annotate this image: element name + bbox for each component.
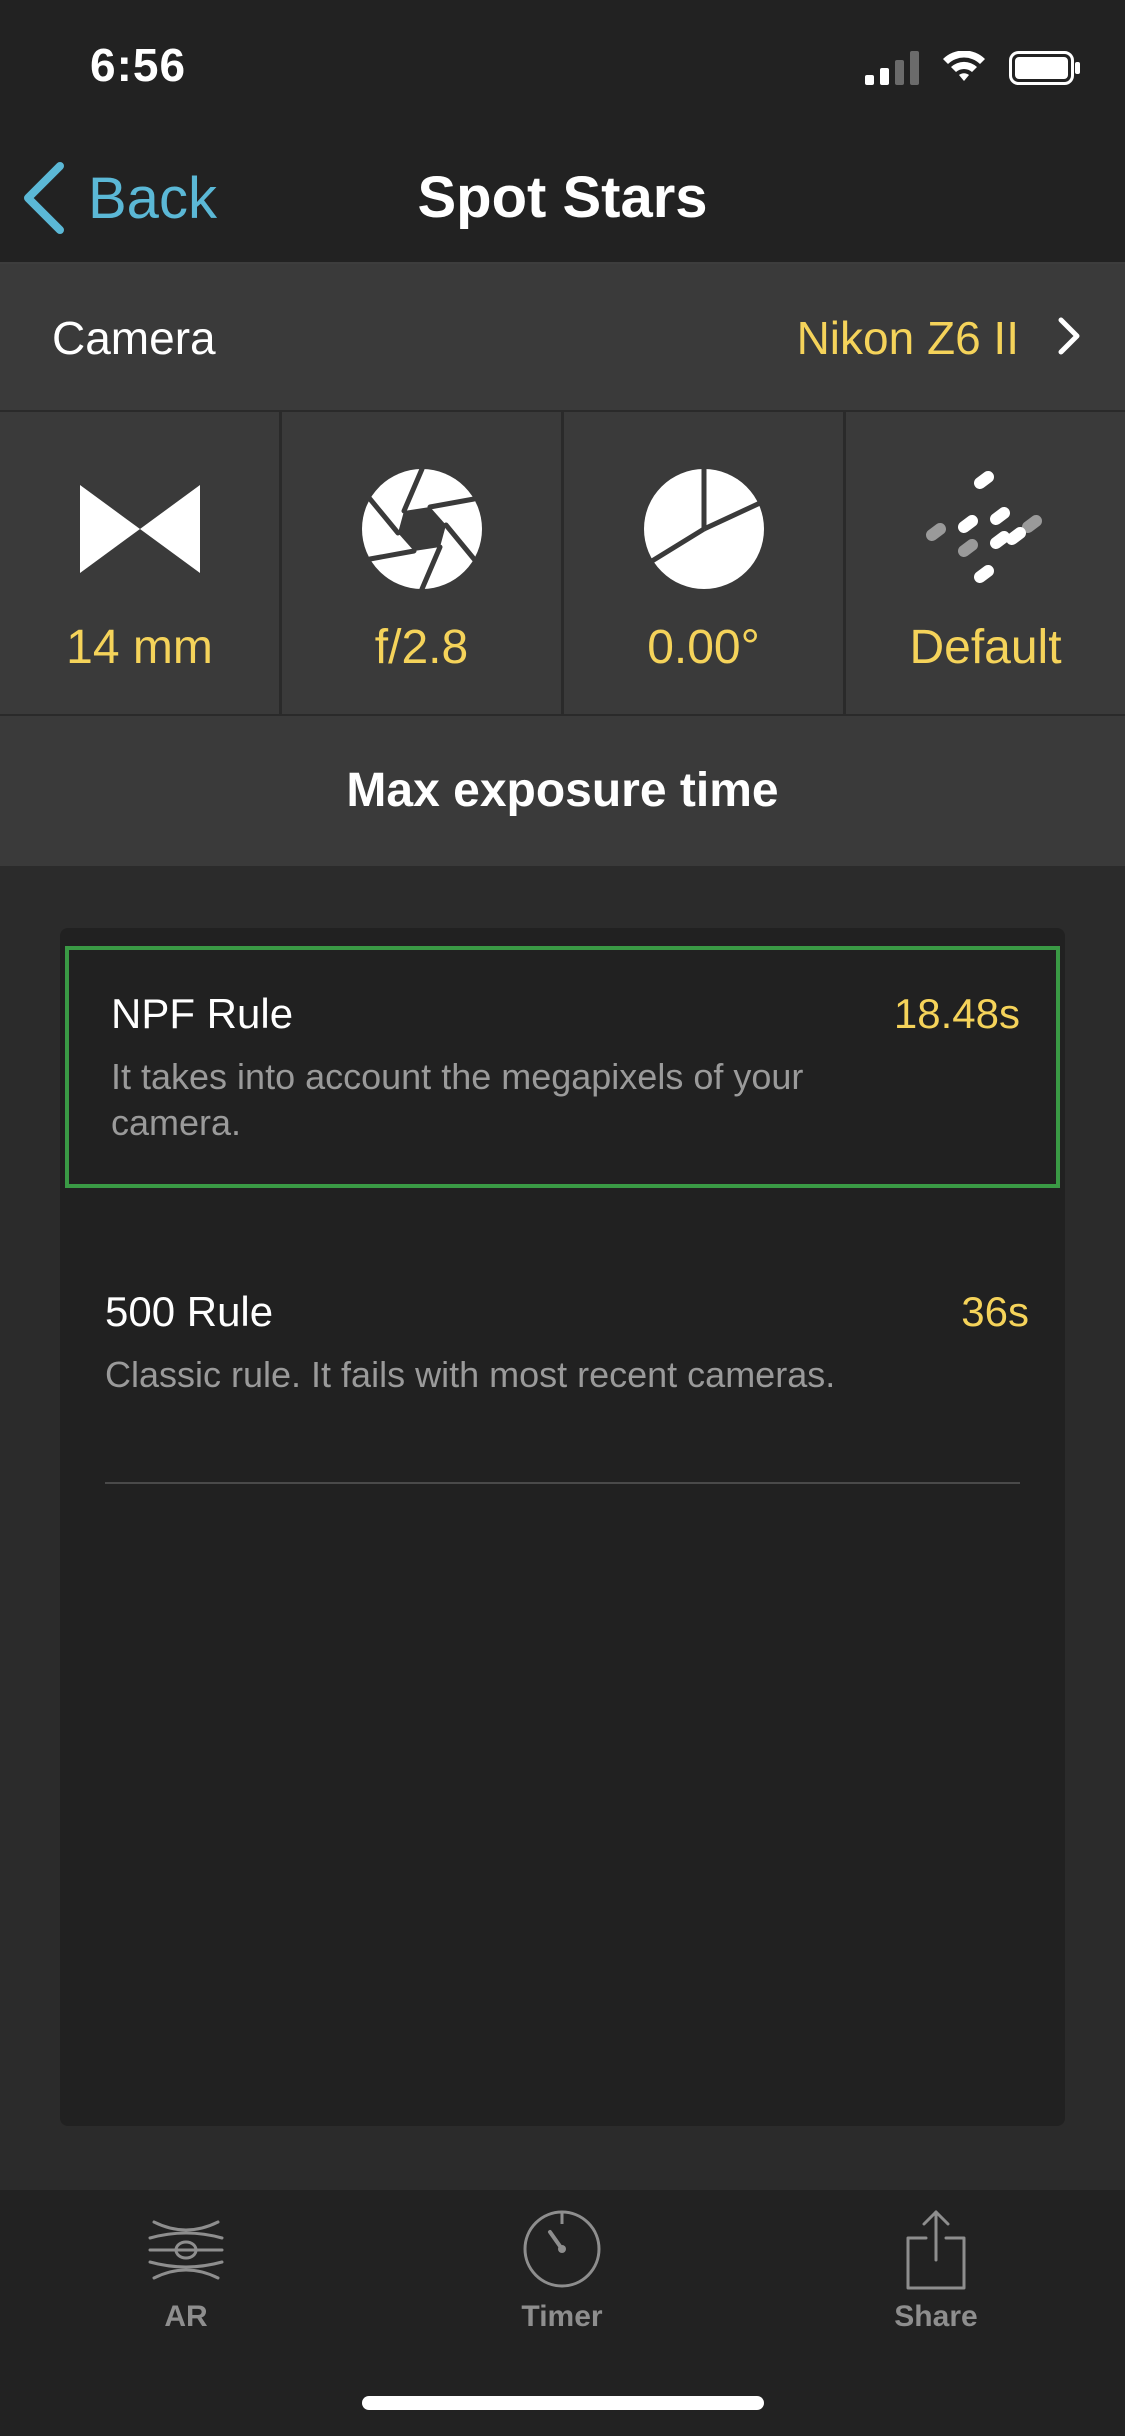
rule-value: 36s — [961, 1288, 1029, 1335]
battery-icon — [1009, 51, 1080, 85]
status-time: 6:56 — [90, 39, 187, 91]
rule-name: 500 Rule — [105, 1288, 274, 1335]
chevron-right-icon — [1058, 317, 1080, 355]
rule-npf[interactable]: NPF Rule 18.48s It takes into account th… — [65, 946, 1060, 1188]
rule-description: It takes into account the megapixels of … — [111, 1056, 804, 1143]
aperture-button[interactable]: f/2.8 — [282, 412, 564, 714]
camera-label: Camera — [52, 312, 216, 364]
ar-icon — [86, 2204, 286, 2294]
rule-name: NPF Rule — [111, 990, 294, 1037]
navigation-bar: Back Spot Stars — [0, 132, 1125, 264]
rule-description: Classic rule. It fails with most recent … — [105, 1354, 836, 1395]
cellular-signal-icon — [865, 51, 919, 85]
status-icons — [865, 46, 1081, 90]
parameters-row: 14 mm f/2.8 0.00° Default — [0, 412, 1125, 716]
tab-share-label: Share — [894, 2300, 978, 2333]
declination-button[interactable]: 0.00° — [564, 412, 846, 714]
rule-value: 18.48s — [893, 990, 1020, 1037]
focal-length-button[interactable]: 14 mm — [0, 412, 282, 714]
list-divider — [105, 1482, 1020, 1484]
rule-500[interactable]: 500 Rule 36s Classic rule. It fails with… — [60, 1258, 1065, 1408]
declination-value: 0.00° — [647, 621, 760, 674]
focal-length-value: 14 mm — [66, 621, 213, 674]
tab-timer-label: Timer — [521, 2300, 603, 2333]
status-bar: 6:56 — [0, 0, 1125, 132]
declination-icon — [639, 464, 769, 594]
focal-length-icon — [75, 464, 205, 594]
accuracy-value: Default — [909, 621, 1062, 674]
section-title: Max exposure time — [0, 716, 1125, 866]
page-title: Spot Stars — [417, 165, 708, 230]
wifi-icon — [943, 51, 985, 81]
aperture-icon — [357, 464, 487, 594]
camera-selector[interactable]: Camera Nikon Z6 II — [0, 264, 1125, 412]
share-icon — [836, 2204, 1036, 2294]
home-indicator — [362, 2396, 764, 2410]
tab-ar-label: AR — [164, 2300, 208, 2333]
tab-ar[interactable]: AR — [86, 2204, 286, 2344]
accuracy-button[interactable]: Default — [846, 412, 1125, 714]
camera-value: Nikon Z6 II — [796, 312, 1019, 364]
aperture-value: f/2.8 — [374, 621, 469, 674]
tab-timer[interactable]: Timer — [462, 2204, 662, 2344]
accuracy-dots-icon — [921, 464, 1051, 594]
tab-share[interactable]: Share — [836, 2204, 1036, 2344]
rules-list: NPF Rule 18.48s It takes into account th… — [60, 928, 1065, 2126]
timer-icon — [462, 2204, 662, 2294]
